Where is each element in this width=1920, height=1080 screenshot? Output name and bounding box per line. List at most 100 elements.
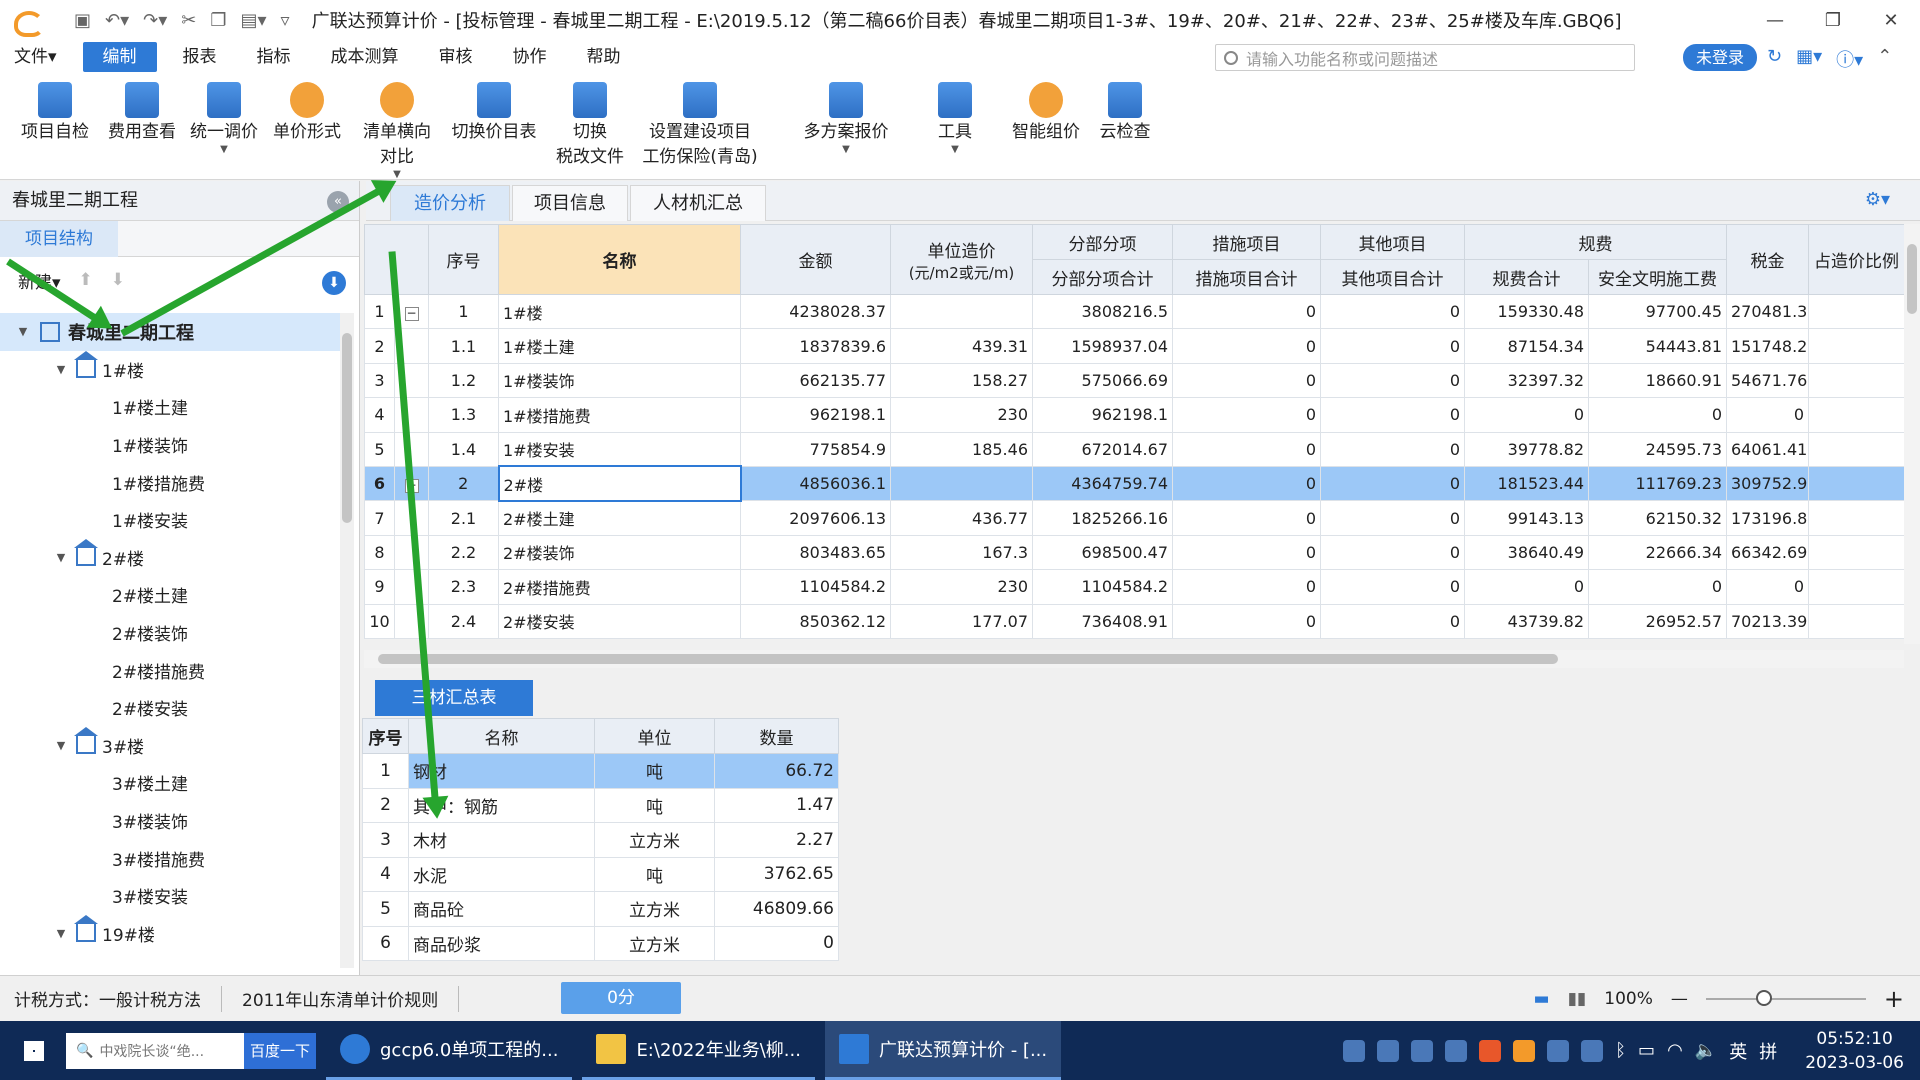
cell-gf[interactable]: 32397.32 — [1464, 362, 1589, 399]
cell-name[interactable]: 1#楼土建 — [498, 328, 741, 364]
grid-horizontal-scrollbar[interactable] — [364, 650, 1904, 668]
cell-name[interactable]: 2#楼 — [497, 465, 742, 502]
tray-icon[interactable] — [1445, 1039, 1468, 1062]
sub-cell[interactable]: 5 — [362, 891, 409, 927]
col-fb-total[interactable]: 分部分项合计 — [1032, 259, 1173, 295]
ime-indicator[interactable]: 英 — [1729, 1038, 1747, 1064]
tab-project-structure[interactable]: 项目结构 — [0, 221, 118, 257]
cell-fb[interactable]: 672014.67 — [1032, 431, 1173, 467]
cell-aq[interactable]: 26952.57 — [1588, 603, 1727, 639]
cell-seq[interactable]: 1 — [428, 293, 499, 330]
tree-node[interactable]: ▼ 19#楼 — [0, 915, 340, 953]
cell-seq[interactable]: 2.2 — [428, 534, 499, 571]
cell-amount[interactable]: 775854.9 — [740, 431, 891, 467]
sync-icon[interactable]: ↻ — [1767, 46, 1782, 72]
cell-aq[interactable]: 62150.32 — [1588, 500, 1727, 536]
cell-cs[interactable]: 0 — [1172, 534, 1321, 571]
cell-n[interactable]: 8 — [364, 534, 395, 571]
tray-icon[interactable] — [1377, 1039, 1400, 1062]
zoom-out-icon[interactable]: — — [1671, 989, 1688, 1009]
cell-amount[interactable]: 4238028.37 — [740, 293, 891, 330]
menu-item-6[interactable]: 协作 — [499, 42, 561, 72]
tab-three-materials-summary[interactable]: 三材汇总表 — [375, 680, 533, 716]
cell-tax[interactable]: 151748.22 — [1726, 328, 1809, 364]
cell-seq[interactable]: 2 — [428, 465, 499, 502]
cell-aq[interactable]: 0 — [1588, 569, 1727, 605]
cell-n[interactable]: 5 — [364, 431, 395, 467]
tree-node[interactable]: 2#楼措施费 — [0, 651, 340, 689]
col-ratio[interactable]: 占造价比例 — [1808, 224, 1905, 295]
col-cs-total[interactable]: 措施项目合计 — [1172, 259, 1321, 295]
tray-icon[interactable] — [1479, 1039, 1502, 1062]
cell-amount[interactable]: 4856036.1 — [740, 465, 891, 502]
table-row[interactable]: 7 2.1 2#楼土建 2097606.13 436.77 1825266.16 0 0 991… — [364, 500, 1905, 536]
menu-item-4[interactable]: 成本测算 — [317, 42, 413, 72]
expand-toggle-icon[interactable]: ▼ — [52, 551, 70, 564]
cell-ratio[interactable] — [1808, 431, 1905, 467]
col-gf[interactable]: 规费 — [1464, 224, 1727, 260]
cell-cs[interactable]: 0 — [1172, 465, 1321, 502]
cell-amount[interactable]: 2097606.13 — [740, 500, 891, 536]
close-icon[interactable]: ✕ — [1862, 0, 1920, 40]
cell-seq[interactable]: 1.2 — [428, 362, 499, 399]
cell-amount[interactable]: 850362.12 — [740, 603, 891, 639]
sub-col-3[interactable]: 数量 — [714, 718, 839, 754]
tab-cost-analysis[interactable]: 造价分析 — [390, 185, 510, 221]
cell-fb[interactable]: 575066.69 — [1032, 362, 1173, 399]
redo-icon[interactable]: ↷▾ — [143, 10, 167, 31]
score-button[interactable]: 0分 — [561, 982, 681, 1014]
col-qt-total[interactable]: 其他项目合计 — [1320, 259, 1465, 295]
sub-cell[interactable]: 4 — [362, 856, 409, 892]
menu-item-2[interactable]: 报表 — [169, 42, 231, 72]
cell-qt[interactable]: 0 — [1320, 569, 1465, 605]
tray-icon[interactable] — [1343, 1039, 1366, 1062]
cell-cs[interactable]: 0 — [1172, 293, 1321, 330]
table-row[interactable]: 5 1.4 1#楼安装 775854.9 185.46 672014.67 0 0 39778.… — [364, 431, 1905, 467]
tree-node[interactable]: 1#楼装饰 — [0, 426, 340, 464]
cell-tax[interactable]: 173196.84 — [1726, 500, 1809, 536]
cell-n[interactable]: 10 — [364, 603, 395, 639]
cell-name[interactable]: 2#楼装饰 — [498, 534, 741, 571]
cell-aq[interactable]: 22666.34 — [1588, 534, 1727, 571]
col-qt[interactable]: 其他项目 — [1320, 224, 1465, 260]
tree-node[interactable]: 2#楼安装 — [0, 689, 340, 727]
taskbar-app-browser[interactable]: gccp6.0单项工程的... — [326, 1021, 573, 1080]
help-icon[interactable]: ⓘ▾ — [1836, 46, 1863, 72]
tree-node[interactable]: 3#楼装饰 — [0, 802, 340, 840]
menu-item-7[interactable]: 帮助 — [573, 42, 635, 72]
battery-icon[interactable]: ▭ — [1638, 1040, 1655, 1061]
cell-fb[interactable]: 736408.91 — [1032, 603, 1173, 639]
sub-cell[interactable]: 2.27 — [714, 822, 839, 858]
table-row[interactable]: 2 1.1 1#楼土建 1837839.6 439.31 1598937.04 0 0 8715… — [364, 328, 1905, 364]
cell-name[interactable]: 1#楼装饰 — [498, 362, 741, 399]
tab-project-info[interactable]: 项目信息 — [512, 185, 628, 221]
menu-item-5[interactable]: 审核 — [425, 42, 487, 72]
tray-icon[interactable] — [1411, 1039, 1434, 1062]
cell-n[interactable]: 9 — [364, 569, 395, 605]
tree-node[interactable]: ▼ 春城里二期工程 — [0, 313, 340, 351]
cell-cs[interactable]: 0 — [1172, 431, 1321, 467]
cell-gf[interactable]: 43739.82 — [1464, 603, 1589, 639]
menu-item-3[interactable]: 指标 — [243, 42, 305, 72]
cell-ratio[interactable] — [1808, 328, 1905, 364]
cell-n[interactable]: 1 — [364, 293, 395, 330]
sub-cell[interactable]: 2 — [362, 787, 409, 823]
cell-ratio[interactable] — [1808, 397, 1905, 433]
cell-tax[interactable]: 66342.69 — [1726, 534, 1809, 571]
undo-icon[interactable]: ↶▾ — [105, 10, 129, 31]
cell-unit[interactable] — [890, 293, 1033, 330]
copy-icon[interactable]: ❐ — [210, 10, 226, 31]
cell-name[interactable]: 2#楼措施费 — [498, 569, 741, 605]
tree-node[interactable]: 3#楼措施费 — [0, 839, 340, 877]
collapse-row-icon[interactable]: − — [404, 307, 419, 322]
sub-col-1[interactable]: 名称 — [408, 718, 595, 754]
col-gf-total[interactable]: 规费合计 — [1464, 259, 1589, 295]
shield-icon[interactable] — [1547, 1039, 1570, 1062]
sub-cell[interactable]: 木材 — [408, 822, 595, 858]
cell-gf[interactable]: 181523.44 — [1464, 465, 1589, 502]
cell-cs[interactable]: 0 — [1172, 603, 1321, 639]
cell-qt[interactable]: 0 — [1320, 465, 1465, 502]
baidu-search-button[interactable]: 百度一下 — [244, 1032, 316, 1069]
tree-node[interactable]: 2#楼装饰 — [0, 614, 340, 652]
tree-node[interactable]: ▼ 1#楼 — [0, 351, 340, 389]
